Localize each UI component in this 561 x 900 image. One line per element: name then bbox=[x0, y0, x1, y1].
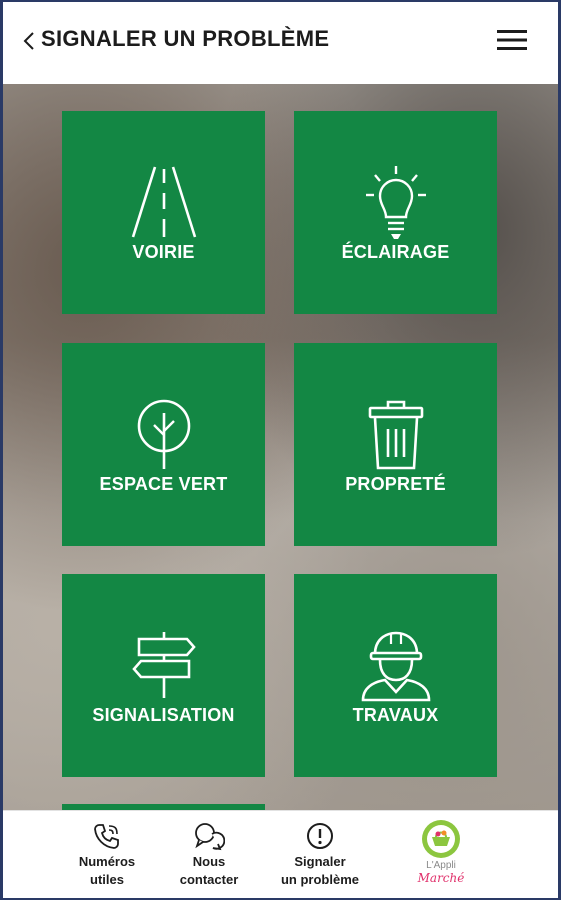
phone-icon bbox=[94, 824, 119, 849]
tile-label: TRAVAUX bbox=[352, 705, 439, 725]
tile-proprete[interactable]: PROPRETÉ bbox=[294, 343, 497, 546]
nav-nous-contacter[interactable]: Nous contacter bbox=[166, 811, 252, 900]
nav-label: un problème bbox=[280, 872, 359, 887]
alert-circle-icon bbox=[307, 823, 333, 849]
tile-label: ESPACE VERT bbox=[99, 474, 228, 494]
nav-signaler-probleme[interactable]: Signaler un problème bbox=[270, 811, 370, 900]
tile-espace-vert[interactable]: ESPACE VERT bbox=[62, 343, 265, 546]
nav-label: utiles bbox=[90, 872, 124, 887]
tile-label: PROPRETÉ bbox=[345, 474, 446, 494]
nav-numeros-utiles[interactable]: Numéros utiles bbox=[66, 811, 148, 900]
menu-button[interactable] bbox=[490, 22, 534, 58]
app-header: SIGNALER UN PROBLÈME bbox=[0, 0, 561, 84]
road-icon bbox=[131, 166, 196, 238]
tile-label: ÉCLAIRAGE bbox=[341, 242, 450, 262]
chat-bubbles-icon bbox=[195, 823, 225, 851]
hamburger-menu-icon bbox=[497, 30, 527, 50]
logo-text-marche: Marché bbox=[417, 871, 465, 885]
worker-helmet-icon bbox=[361, 631, 430, 702]
nav-label: Nous bbox=[192, 854, 226, 869]
light-bulb-icon bbox=[365, 166, 426, 239]
tile-label: SIGNALISATION bbox=[92, 705, 235, 725]
nav-appli-marche[interactable]: L'Appli Marché bbox=[398, 811, 484, 900]
nav-label: Numéros bbox=[78, 854, 136, 869]
trash-bin-icon bbox=[368, 400, 423, 470]
tile-signalisation[interactable]: SIGNALISATION bbox=[62, 574, 265, 777]
signpost-icon bbox=[131, 632, 196, 698]
back-button[interactable] bbox=[14, 24, 44, 58]
bottom-navigation: Numéros utiles Nous contacter Signaler u… bbox=[0, 810, 561, 900]
tile-label: VOIRIE bbox=[132, 242, 195, 262]
tile-voirie[interactable]: VOIRIE bbox=[62, 111, 265, 314]
tree-icon bbox=[137, 399, 190, 469]
nav-label: Signaler bbox=[294, 854, 346, 869]
chevron-left-icon bbox=[23, 32, 34, 50]
tile-travaux[interactable]: TRAVAUX bbox=[294, 574, 497, 777]
category-grid: VOIRIE ÉCLAIRAGE ESPACE VERT PROPRETÉ SI… bbox=[0, 84, 561, 810]
tile-eclairage[interactable]: ÉCLAIRAGE bbox=[294, 111, 497, 314]
nav-label: contacter bbox=[179, 872, 239, 887]
appli-marche-logo-icon bbox=[422, 820, 460, 858]
page-title: SIGNALER UN PROBLÈME bbox=[41, 26, 330, 51]
